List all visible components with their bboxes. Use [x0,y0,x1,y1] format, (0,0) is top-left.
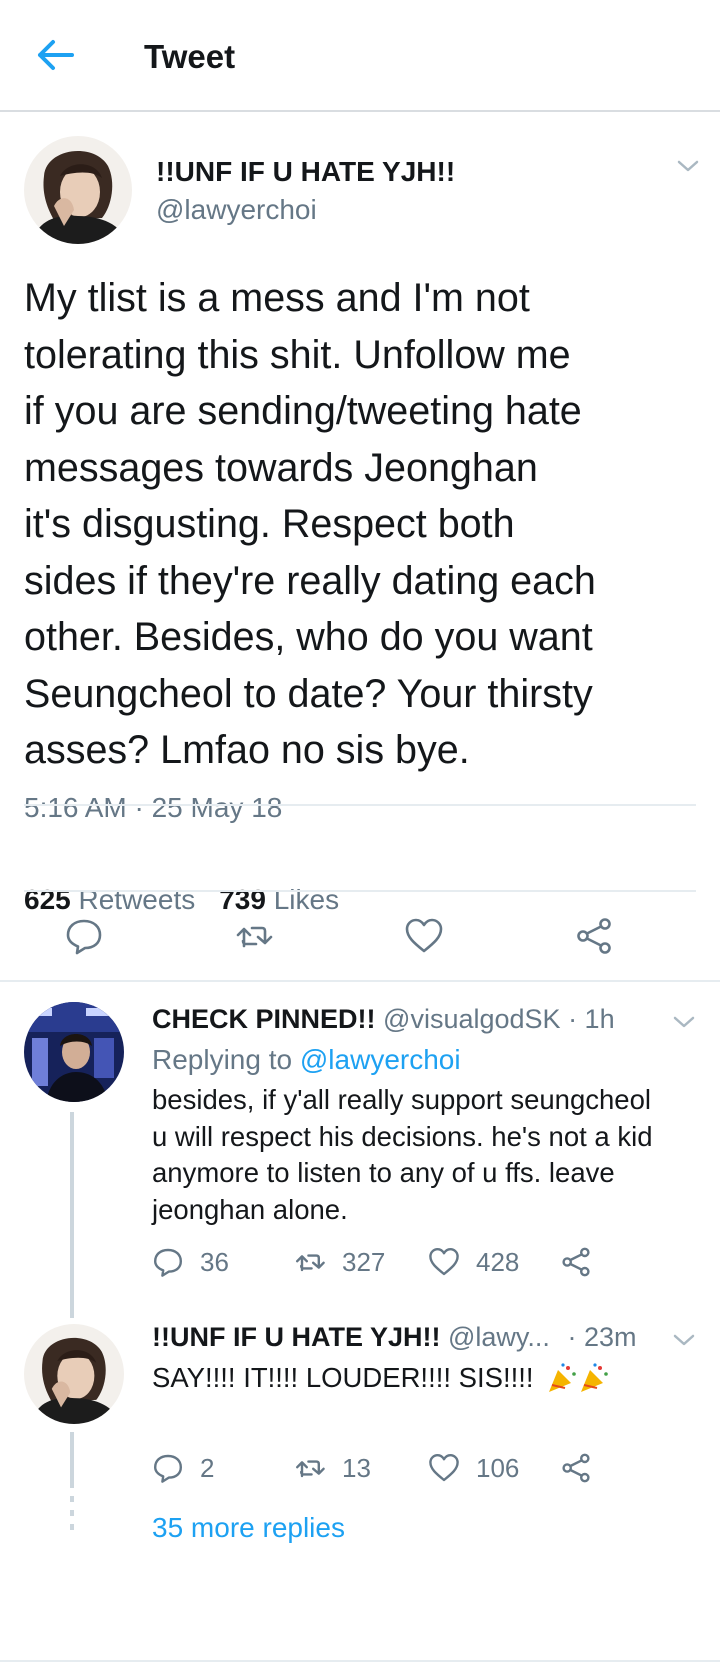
share-icon [562,1247,590,1277]
retweet-button[interactable]: 13 [294,1448,371,1488]
divider [0,1660,720,1662]
thread-line [70,1432,74,1488]
retweet-count: 13 [342,1452,371,1483]
reply-text-line: anymore to listen to any of u ffs. leave [152,1157,615,1188]
heart-icon [429,1454,459,1482]
display-name[interactable]: CHECK PINNED!! [152,1004,376,1034]
reply-count: 36 [200,1246,229,1277]
party-popper-icon [546,1362,610,1394]
chevron-down-icon[interactable] [676,158,700,174]
avatar[interactable] [24,136,132,244]
reply-button[interactable]: 36 [152,1242,229,1282]
tweet-text-line: My tlist is a mess and I'm not [24,276,530,320]
thread-dots [70,1496,74,1530]
chevron-down-icon[interactable] [672,1332,696,1348]
reply-actions: 36 327 428 [152,1242,672,1282]
tweet-text-line: it's disgusting. Respect both [24,502,515,546]
thread-line [70,1112,74,1318]
display-name[interactable]: !!UNF IF U HATE YJH!! [156,156,455,188]
reply-actions: 2 13 106 [152,1448,672,1488]
avatar[interactable] [24,1002,124,1102]
replying-to-link[interactable]: @lawyerchoi [300,1044,461,1075]
user-handle[interactable]: @lawy... [448,1322,550,1352]
tweet-text-line: tolerating this shit. Unfollow me [24,332,571,377]
retweet-icon[interactable] [234,916,274,956]
user-handle[interactable]: @visualgodSK [383,1004,561,1034]
back-arrow-icon[interactable] [36,38,76,72]
tweet-timestamp[interactable]: 5:16 AM · 25 May 18 [24,792,282,824]
tweet-text-line: Seungcheol to date? Your thirsty [24,671,593,716]
display-name[interactable]: !!UNF IF U HATE YJH!! [152,1322,440,1352]
divider [24,804,696,806]
tweet-text-line: other. Besides, who do you want [24,615,593,659]
tweet-text-line: messages towards Jeonghan [24,445,538,490]
tweet-text-line: if you are sending/tweeting hate [24,389,582,433]
reply-tweet[interactable]: CHECK PINNED!! @visualgodSK · 1h Replyin… [0,982,720,1318]
share-icon[interactable] [574,916,614,956]
avatar[interactable] [24,1324,124,1424]
replying-label: Replying to [152,1044,293,1075]
reply-count: 2 [200,1452,215,1483]
top-app-bar: Tweet [0,0,720,112]
share-button[interactable] [560,1242,608,1282]
reply-header: !!UNF IF U HATE YJH!! @lawy... · 23m [152,1322,636,1353]
chevron-down-icon[interactable] [672,1014,696,1030]
tweet-text-line: sides if they're really dating each [24,558,596,603]
reply-tweet[interactable]: !!UNF IF U HATE YJH!! @lawy... · 23m SAY… [0,1300,720,1560]
reply-text-line: u will respect his decisions. he's not a… [152,1120,653,1152]
page-title: Tweet [144,38,236,75]
reply-text-line: jeonghan alone. [152,1193,348,1225]
retweet-button[interactable]: 327 [294,1242,385,1282]
reply-button[interactable]: 2 [152,1448,214,1488]
reply-text-line: besides, if y'all really support seungch… [152,1084,652,1115]
tweet-text: My tlist is a mess and I'm not toleratin… [24,270,704,779]
like-button[interactable]: 428 [428,1242,519,1282]
reply-bubble-icon [154,1454,182,1483]
share-icon [562,1453,590,1483]
reply-bubble-icon [154,1248,182,1277]
reply-text: besides, if y'all really support seungch… [152,1082,700,1228]
reply-text: SAY!!!! IT!!!! LOUDER!!!! SIS!!!! [152,1360,700,1397]
heart-icon[interactable] [404,916,444,956]
share-button[interactable] [560,1448,608,1488]
heart-icon [429,1248,459,1276]
reply-time: · 23m [567,1322,637,1352]
tweet-text-line: asses? Lmfao no sis bye. [24,728,470,772]
user-handle[interactable]: @lawyerchoi [156,194,317,226]
reply-text-line: SAY!!!! IT!!!! LOUDER!!!! SIS!!!! [152,1362,534,1393]
reply-header: CHECK PINNED!! @visualgodSK · 1h [152,1004,615,1035]
tweet-actions [0,890,720,982]
like-count: 106 [476,1452,520,1483]
like-button[interactable]: 106 [428,1448,519,1488]
reply-bubble-icon[interactable] [64,916,104,956]
replying-to: Replying to @lawyerchoi [152,1044,461,1076]
retweet-count: 327 [342,1246,386,1277]
like-count: 428 [476,1246,520,1277]
retweet-icon [296,1460,325,1478]
more-replies-link[interactable]: 35 more replies [152,1512,345,1544]
reply-time: · 1h [568,1004,615,1034]
retweet-icon [296,1254,325,1272]
